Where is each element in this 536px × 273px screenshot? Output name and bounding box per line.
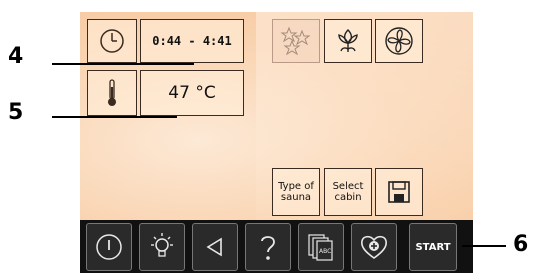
callout-4: 4 [8, 44, 24, 69]
start-button[interactable]: START [409, 223, 457, 271]
abc-cards-icon: ABC [308, 234, 333, 261]
stars-mode-button[interactable] [272, 19, 320, 63]
temperature-button[interactable] [87, 70, 137, 116]
programs-button[interactable]: ABC [298, 223, 344, 271]
select-cabin-label: Select cabin [332, 180, 364, 204]
start-label: START [415, 241, 451, 253]
callout-4-line [52, 63, 194, 65]
time-range-display[interactable]: 0:44 - 4:41 [140, 19, 244, 63]
light-icon [151, 233, 173, 257]
light-button[interactable] [139, 223, 185, 271]
clock-icon [100, 29, 124, 53]
callout-6-line [462, 245, 506, 247]
svg-text:ABC: ABC [319, 248, 331, 255]
type-of-sauna-button[interactable]: Type of sauna [272, 168, 320, 216]
callout-5-line [52, 116, 177, 118]
power-icon [96, 234, 122, 260]
temperature-value: 47 °C [168, 83, 216, 103]
time-range-value: 0:44 - 4:41 [152, 34, 232, 48]
stars-icon [280, 26, 311, 56]
lotus-icon [338, 29, 358, 52]
thermometer-icon [108, 79, 116, 106]
back-button[interactable] [192, 223, 238, 271]
favorites-button[interactable] [351, 223, 397, 271]
aroma-mode-button[interactable] [324, 19, 372, 63]
fan-icon [385, 27, 413, 55]
help-button[interactable] [245, 223, 291, 271]
heart-plus-icon [361, 235, 387, 259]
fan-mode-button[interactable] [375, 19, 423, 63]
help-icon [261, 236, 275, 260]
power-button[interactable] [86, 223, 132, 271]
callout-5: 5 [8, 100, 24, 125]
temperature-display[interactable]: 47 °C [140, 70, 244, 116]
type-of-sauna-label: Type of sauna [278, 180, 314, 204]
floppy-disk-icon [388, 181, 410, 203]
callout-6: 6 [513, 232, 529, 257]
save-button[interactable] [375, 168, 423, 216]
timer-button[interactable] [87, 19, 137, 63]
back-icon [206, 237, 222, 257]
select-cabin-button[interactable]: Select cabin [324, 168, 372, 216]
